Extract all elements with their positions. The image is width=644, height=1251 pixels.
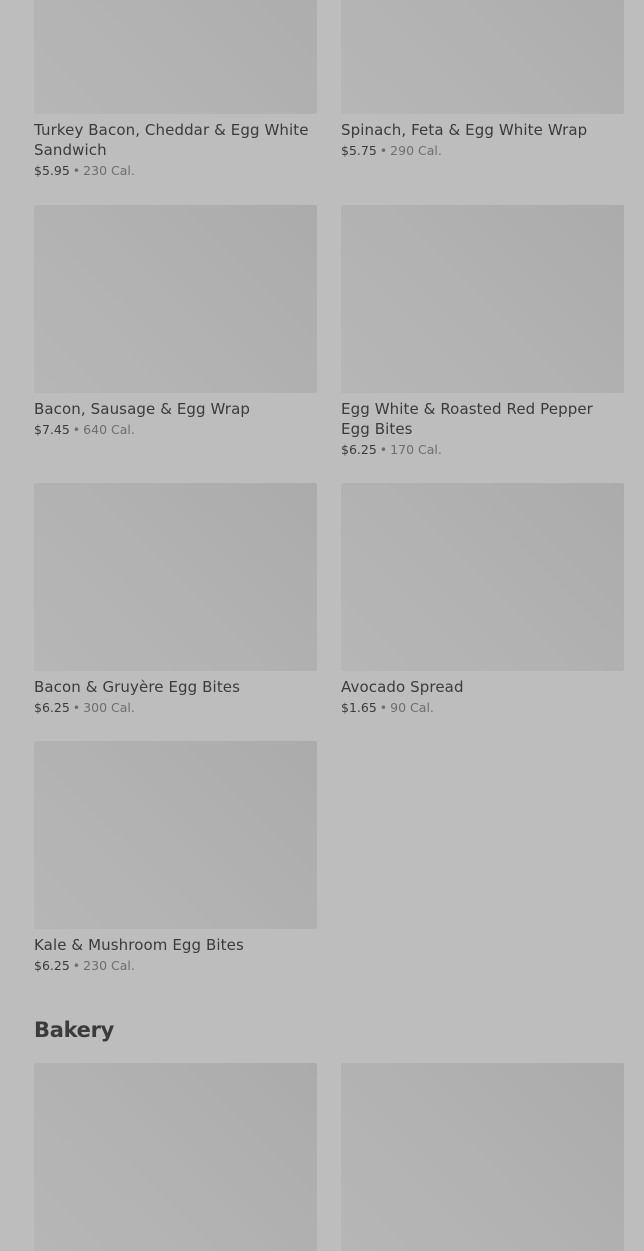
- item-meta: $6.25 • 170 Cal.: [341, 442, 624, 458]
- item-name: Bacon & Gruyère Egg Bites: [34, 678, 241, 696]
- product-image: [341, 0, 624, 114]
- item-calories: 640 Cal.: [83, 422, 135, 437]
- separator-dot: •: [72, 700, 81, 715]
- menu-item-avocado-spread[interactable]: Avocado Spread $1.65 • 90 Cal.: [341, 483, 624, 716]
- separator-dot: •: [379, 143, 388, 158]
- product-image: [34, 483, 317, 671]
- item-price: $6.25: [34, 700, 70, 715]
- item-name: Spinach, Feta & Egg White Wrap: [341, 121, 588, 139]
- item-name: Bacon, Sausage & Egg Wrap: [34, 400, 250, 418]
- item-meta: $5.75 • 290 Cal.: [341, 143, 624, 159]
- separator-dot: •: [379, 700, 388, 715]
- item-meta: $6.25 • 230 Cal.: [34, 958, 317, 974]
- item-calories: 230 Cal.: [83, 163, 135, 178]
- product-image: [341, 483, 624, 671]
- item-name: Kale & Mushroom Egg Bites: [34, 936, 244, 954]
- menu-item-kale-mushroom-egg-bites[interactable]: Kale & Mushroom Egg Bites $6.25 • 230 Cal.: [34, 741, 317, 974]
- section-title-bakery: Bakery: [34, 1018, 115, 1042]
- product-image: [34, 205, 317, 393]
- menu-item-bacon-sausage-egg-wrap[interactable]: Bacon, Sausage & Egg Wrap $7.45 • 640 Cal.: [34, 205, 317, 438]
- menu-item-spinach-feta-egg-white-wrap[interactable]: Spinach, Feta & Egg White Wrap $5.75 • 290…: [341, 0, 624, 159]
- item-meta: $5.95 • 230 Cal.: [34, 163, 317, 179]
- bakery-item[interactable]: [341, 1063, 624, 1251]
- item-meta: $6.25 • 300 Cal.: [34, 700, 317, 716]
- item-calories: 170 Cal.: [390, 442, 442, 457]
- product-image: [34, 741, 317, 929]
- product-image: [34, 1063, 317, 1251]
- product-image: [341, 205, 624, 393]
- item-price: $5.95: [34, 163, 70, 178]
- product-image: [34, 0, 317, 114]
- item-meta: $1.65 • 90 Cal.: [341, 700, 624, 716]
- item-calories: 230 Cal.: [83, 958, 135, 973]
- item-price: $6.25: [341, 442, 377, 457]
- item-price: $6.25: [34, 958, 70, 973]
- item-price: $5.75: [341, 143, 377, 158]
- item-name: Egg White & Roasted Red Pepper Egg Bites: [341, 400, 593, 438]
- item-name: Turkey Bacon, Cheddar & Egg White Sandwi…: [34, 121, 309, 159]
- menu-item-egg-white-roasted-red-pepper-egg-bites[interactable]: Egg White & Roasted Red Pepper Egg Bites…: [341, 205, 624, 458]
- separator-dot: •: [72, 958, 81, 973]
- item-calories: 290 Cal.: [390, 143, 442, 158]
- separator-dot: •: [379, 442, 388, 457]
- separator-dot: •: [72, 163, 81, 178]
- item-calories: 90 Cal.: [390, 700, 434, 715]
- item-meta: $7.45 • 640 Cal.: [34, 422, 317, 438]
- menu-item-turkey-bacon-cheddar-egg-white-sandwich[interactable]: Turkey Bacon, Cheddar & Egg White Sandwi…: [34, 0, 317, 179]
- item-calories: 300 Cal.: [83, 700, 135, 715]
- item-name: Avocado Spread: [341, 678, 464, 696]
- bakery-item[interactable]: [34, 1063, 317, 1251]
- item-price: $1.65: [341, 700, 377, 715]
- item-price: $7.45: [34, 422, 70, 437]
- separator-dot: •: [72, 422, 81, 437]
- menu-item-bacon-gruyere-egg-bites[interactable]: Bacon & Gruyère Egg Bites $6.25 • 300 Cal.: [34, 483, 317, 716]
- product-image: [341, 1063, 624, 1251]
